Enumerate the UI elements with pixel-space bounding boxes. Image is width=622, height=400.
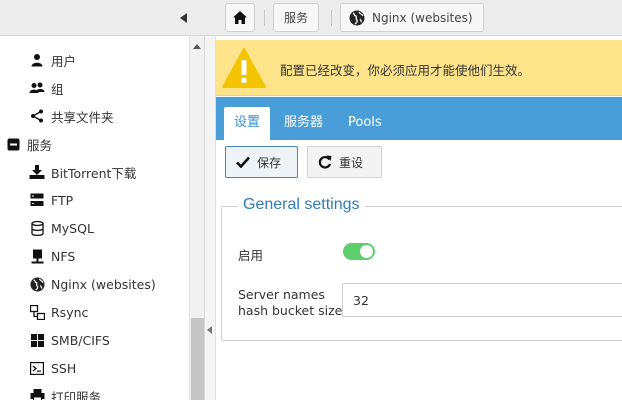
sidebar-item-bittorrent[interactable]: BitTorrent下载 <box>28 158 136 186</box>
sidebar-item-ssh[interactable]: SSH <box>28 354 76 382</box>
sidebar-item-label: MySQL <box>51 220 94 236</box>
tab-settings[interactable]: 设置 <box>224 107 271 140</box>
check-icon <box>236 156 250 168</box>
download-icon <box>28 163 46 181</box>
breadcrumb-home-button[interactable] <box>225 3 255 32</box>
config-changed-alert: 配置已经改变，你必须应用才能使他们生效。 <box>216 40 622 96</box>
home-icon <box>233 11 247 24</box>
users-icon <box>28 79 46 97</box>
sidebar-item-label: 用户 <box>51 53 77 69</box>
scroll-up-arrow-icon[interactable] <box>193 44 201 49</box>
enable-toggle[interactable] <box>343 243 375 260</box>
printer-icon <box>28 387 46 400</box>
sidebar-item-label: 组 <box>51 81 64 97</box>
database-icon <box>28 219 46 237</box>
sidebar-item-print[interactable]: 打印服务 <box>28 382 101 400</box>
hash-bucket-size-label: Server names hash bucket size <box>238 287 343 318</box>
sidebar-scrollbar[interactable] <box>189 36 204 400</box>
toggle-knob <box>360 245 373 258</box>
warning-icon <box>222 48 266 88</box>
sidebar-item-label: 服务 <box>27 137 53 153</box>
breadcrumb-services-button[interactable]: 服务 <box>273 3 320 32</box>
share-icon <box>28 107 46 125</box>
sidebar-item-groups[interactable]: 组 <box>28 74 64 102</box>
tab-bar: 设置 服务器 Pools <box>216 97 622 140</box>
sidebar-item-label: Nginx (websites) <box>51 276 156 292</box>
sidebar-item-ftp[interactable]: FTP <box>28 186 73 214</box>
alert-message: 配置已经改变，你必须应用才能使他们生效。 <box>280 63 531 78</box>
fieldset-legend: General settings <box>238 196 365 214</box>
sidebar-item-nfs[interactable]: NFS <box>28 242 75 270</box>
sidebar: 用户 组 共享文件夹 服务 BitTorrent下载 FTP MySQL NFS… <box>0 36 205 400</box>
sidebar-item-users[interactable]: 用户 <box>28 46 76 74</box>
hash-bucket-size-input[interactable] <box>342 283 622 317</box>
windows-icon <box>28 331 46 349</box>
save-button[interactable]: 保存 <box>225 146 298 178</box>
sidebar-item-label: BitTorrent下载 <box>51 165 137 181</box>
main-content: 配置已经改变，你必须应用才能使他们生效。 设置 服务器 Pools 保存 重设 … <box>216 36 622 400</box>
sidebar-group-services[interactable]: 服务 <box>4 130 52 158</box>
top-bar: 服务 Nginx (websites) <box>0 0 622 36</box>
sidebar-item-label: 共享文件夹 <box>51 109 114 125</box>
reset-button[interactable]: 重设 <box>307 146 382 178</box>
sidebar-item-label: NFS <box>51 248 76 264</box>
toolbar: 保存 重设 <box>216 141 622 186</box>
sidebar-item-label: Rsync <box>51 304 89 320</box>
save-button-label: 保存 <box>257 155 282 170</box>
breadcrumb-separator <box>331 10 332 26</box>
minus-square-icon[interactable] <box>4 135 22 153</box>
breadcrumb-nginx-button[interactable]: Nginx (websites) <box>340 3 484 32</box>
server-icon <box>28 191 46 209</box>
tab-pools[interactable]: Pools <box>338 107 392 140</box>
sidebar-item-rsync[interactable]: Rsync <box>28 298 88 326</box>
terminal-icon <box>28 359 46 377</box>
sidebar-item-label: 打印服务 <box>51 389 102 400</box>
sidebar-scrollbar-thumb[interactable] <box>191 318 204 400</box>
tab-servers[interactable]: 服务器 <box>274 107 333 140</box>
general-settings-fieldset: General settings 启用 Server names hash bu… <box>221 196 622 341</box>
breadcrumb-separator <box>264 10 265 26</box>
sidebar-item-mysql[interactable]: MySQL <box>28 214 94 242</box>
sidebar-splitter[interactable] <box>205 36 216 400</box>
sidebar-item-nginx[interactable]: Nginx (websites) <box>28 270 156 298</box>
breadcrumb-nginx-label: Nginx (websites) <box>372 10 473 25</box>
sidebar-item-shared-folders[interactable]: 共享文件夹 <box>28 102 114 130</box>
nfs-icon <box>28 247 46 265</box>
sidebar-item-smb[interactable]: SMB/CIFS <box>28 326 110 354</box>
reset-button-label: 重设 <box>339 155 364 170</box>
sidebar-item-label: FTP <box>51 192 74 208</box>
chevron-left-icon <box>180 13 187 23</box>
collapse-arrow-icon[interactable] <box>207 326 212 334</box>
breadcrumb-services-label: 服务 <box>284 11 309 25</box>
sidebar-item-label: SSH <box>51 360 77 376</box>
refresh-icon <box>318 155 332 169</box>
sidebar-item-label: SMB/CIFS <box>51 332 110 348</box>
globe-icon <box>349 10 365 25</box>
rsync-icon <box>28 303 46 321</box>
enable-label: 启用 <box>238 248 264 263</box>
globe-icon <box>28 275 46 293</box>
user-icon <box>28 51 46 69</box>
collapse-sidebar-button[interactable] <box>174 8 194 28</box>
